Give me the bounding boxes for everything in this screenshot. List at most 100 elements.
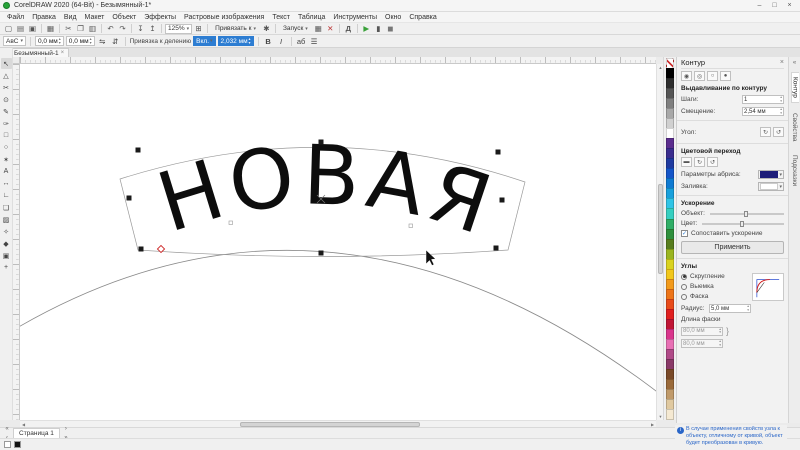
text-tool[interactable]: А bbox=[1, 166, 12, 177]
record-icon[interactable]: ◼ bbox=[385, 23, 396, 34]
maximize-button[interactable]: □ bbox=[767, 0, 782, 11]
menu-item-0[interactable]: Файл bbox=[3, 14, 28, 21]
close-document-icon[interactable]: × bbox=[61, 50, 65, 56]
handle-middle-right[interactable] bbox=[499, 197, 505, 203]
close-button[interactable]: × bbox=[782, 0, 797, 11]
eyedropper-tool[interactable]: ✧ bbox=[1, 226, 12, 237]
export-icon[interactable]: ↥ bbox=[147, 23, 158, 34]
vertical-ruler[interactable] bbox=[13, 64, 20, 420]
slider-thumb[interactable] bbox=[744, 210, 748, 217]
ellipse-tool[interactable]: ○ bbox=[1, 142, 12, 153]
docker-tab-2[interactable]: Подсказки bbox=[791, 151, 798, 190]
menu-item-5[interactable]: Эффекты bbox=[140, 14, 180, 21]
polygon-tool[interactable]: ✶ bbox=[1, 154, 12, 165]
snap-to-dropdown[interactable]: Привязать к ▾ bbox=[211, 24, 260, 34]
fullscreen-icon[interactable]: ⊞ bbox=[193, 23, 204, 34]
docker-tab-1[interactable]: Свойства bbox=[791, 109, 798, 146]
ruler-origin-corner[interactable] bbox=[13, 57, 20, 64]
vertical-scrollbar[interactable]: ▲ ▼ bbox=[656, 64, 663, 420]
text-orientation-combo[interactable]: АвС ▾ bbox=[3, 36, 26, 46]
page-nav-0[interactable]: « bbox=[3, 424, 11, 433]
text-properties-icon[interactable]: аб bbox=[296, 36, 307, 47]
color-acceleration-slider[interactable] bbox=[702, 220, 784, 227]
menu-item-7[interactable]: Текст bbox=[268, 14, 294, 21]
link-acceleration-checkbox[interactable]: ✓ bbox=[681, 230, 688, 237]
mirror-horizontal-button[interactable]: ⇋ bbox=[97, 36, 108, 47]
handle-top-left[interactable] bbox=[135, 147, 141, 153]
interactive-fill-tool[interactable]: ◆ bbox=[1, 238, 12, 249]
menu-item-2[interactable]: Вид bbox=[60, 14, 81, 21]
rectangle-tool[interactable]: □ bbox=[1, 130, 12, 141]
show-grid-icon[interactable]: ▦ bbox=[313, 23, 324, 34]
offset-spinner[interactable]: 2,54 мм ▴ ▾ bbox=[742, 107, 784, 116]
handle-bottom-right[interactable] bbox=[493, 245, 499, 251]
zoom-level-combo[interactable]: 125% ▾ bbox=[165, 23, 193, 34]
fill-color-well[interactable] bbox=[4, 441, 11, 448]
mirror-vertical-button[interactable]: ⇵ bbox=[110, 36, 121, 47]
drawing-canvas[interactable]: НОВАЯ bbox=[20, 64, 656, 420]
play-macro-icon[interactable]: ▶ bbox=[361, 23, 372, 34]
print-icon[interactable]: ▦ bbox=[45, 23, 56, 34]
collapse-dockers-icon[interactable]: « bbox=[793, 60, 796, 66]
docker-tab-0[interactable]: Контур bbox=[790, 72, 799, 103]
page-tab[interactable]: Страница 1 bbox=[13, 428, 60, 438]
fill-color-picker[interactable]: ▾ bbox=[758, 182, 784, 191]
launch-dropdown[interactable]: Запуск ▾ bbox=[279, 24, 312, 34]
minimize-button[interactable]: – bbox=[752, 0, 767, 11]
apply-button[interactable]: Применить bbox=[681, 241, 784, 254]
copy-icon[interactable]: ❐ bbox=[75, 23, 86, 34]
menu-item-9[interactable]: Инструменты bbox=[329, 14, 381, 21]
artistic-text-object[interactable]: НОВАЯ bbox=[147, 128, 506, 255]
color-swatch-f5e9d2[interactable] bbox=[666, 409, 674, 421]
bezier-curve-path[interactable] bbox=[20, 249, 656, 394]
dimension-tool[interactable]: ↔ bbox=[1, 178, 12, 189]
delete-icon[interactable]: ✕ bbox=[325, 23, 336, 34]
pick-tool[interactable]: ↖ bbox=[0, 58, 12, 69]
import-icon[interactable]: ↧ bbox=[135, 23, 146, 34]
new-document-icon[interactable]: ▢ bbox=[3, 23, 14, 34]
pause-icon[interactable]: ▮ bbox=[373, 23, 384, 34]
menu-item-6[interactable]: Растровые изображения bbox=[180, 14, 268, 21]
distance-from-path-spinner[interactable]: 0,0 мм ▴ ▾ bbox=[35, 36, 64, 46]
horizontal-offset-spinner[interactable]: 0,0 мм ▴ ▾ bbox=[65, 36, 95, 46]
connector-tool[interactable]: ∟ bbox=[1, 190, 12, 201]
link-lengths-icon[interactable]: } bbox=[726, 326, 729, 336]
chamfer-length-1-field[interactable]: 80,0 мм ▴ ▾ bbox=[681, 326, 723, 336]
handle-top-right[interactable] bbox=[495, 149, 501, 155]
menu-item-4[interactable]: Объект bbox=[108, 14, 140, 21]
object-acceleration-slider[interactable] bbox=[709, 210, 784, 217]
radius-spinner[interactable]: 5,0 мм ▴ ▾ bbox=[709, 304, 751, 313]
contour-inside-icon[interactable]: ◎ bbox=[694, 71, 705, 81]
close-docker-icon[interactable]: × bbox=[780, 59, 784, 66]
add-tool-icon[interactable]: + bbox=[1, 262, 12, 273]
cut-icon[interactable]: ✂ bbox=[63, 23, 74, 34]
counterclockwise-blend-icon[interactable]: ↺ bbox=[707, 157, 718, 167]
alignment-dropdown-icon[interactable]: ☰ bbox=[309, 36, 320, 47]
tick-snapping-combo[interactable]: Вкл. ▾ bbox=[193, 36, 216, 46]
contour-outside-icon[interactable]: ○ bbox=[707, 71, 718, 81]
menu-item-10[interactable]: Окно bbox=[381, 14, 405, 21]
menu-item-8[interactable]: Таблица bbox=[294, 14, 329, 21]
letter-d-button[interactable]: Д bbox=[343, 23, 354, 34]
save-icon[interactable]: ▣ bbox=[27, 23, 38, 34]
menu-item-3[interactable]: Макет bbox=[81, 14, 109, 21]
character-node[interactable] bbox=[408, 223, 413, 228]
bold-button[interactable]: B bbox=[263, 36, 274, 47]
undo-icon[interactable]: ↶ bbox=[105, 23, 116, 34]
open-icon[interactable]: ▤ bbox=[15, 23, 26, 34]
contour-none-icon[interactable]: ● bbox=[720, 71, 731, 81]
outline-color-picker[interactable]: ▾ bbox=[758, 170, 784, 179]
handle-bottom-left[interactable] bbox=[138, 246, 144, 252]
artistic-media-tool[interactable]: ✑ bbox=[1, 118, 12, 129]
handle-middle-left[interactable] bbox=[126, 195, 132, 201]
handle-top-middle[interactable] bbox=[318, 139, 324, 145]
slider-thumb[interactable] bbox=[739, 220, 744, 227]
angle-cw-icon[interactable]: ↻ bbox=[760, 127, 771, 137]
menu-item-1[interactable]: Правка bbox=[28, 14, 60, 21]
outline-color-well[interactable] bbox=[14, 441, 21, 448]
linear-blend-icon[interactable]: ▬ bbox=[681, 157, 692, 167]
crop-tool[interactable]: ✂ bbox=[1, 82, 12, 93]
transparency-tool[interactable]: ▨ bbox=[1, 214, 12, 225]
angle-ccw-icon[interactable]: ↺ bbox=[773, 127, 784, 137]
freehand-tool[interactable]: ✎ bbox=[1, 106, 12, 117]
